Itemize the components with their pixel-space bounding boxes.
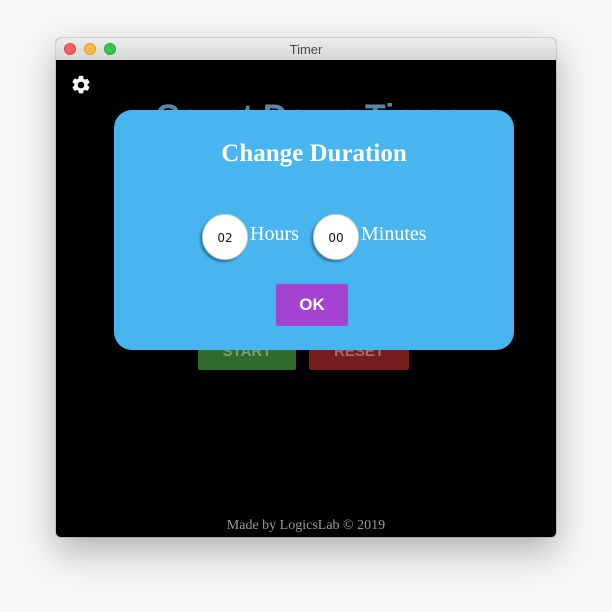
hours-input[interactable]: 02 [202,214,248,260]
gear-icon[interactable] [70,74,92,96]
footer-credit: Made by LogicsLab © 2019 [226,518,386,533]
modal-title: Change Duration [221,140,407,167]
minutes-input[interactable]: 00 [313,214,359,260]
app-content: Count Down Timer START RESET Made by Log… [56,60,556,537]
change-duration-modal: Change Duration 02 Hours 00 Minutes OK [114,110,514,350]
timer-window: Timer Count Down Timer START RESET Made … [56,38,556,537]
hours-label: Hours [250,223,299,245]
title-bar[interactable]: Timer [56,38,556,61]
ok-button[interactable]: OK [276,284,348,326]
minutes-label: Minutes [361,223,427,245]
window-title: Timer [289,42,323,57]
